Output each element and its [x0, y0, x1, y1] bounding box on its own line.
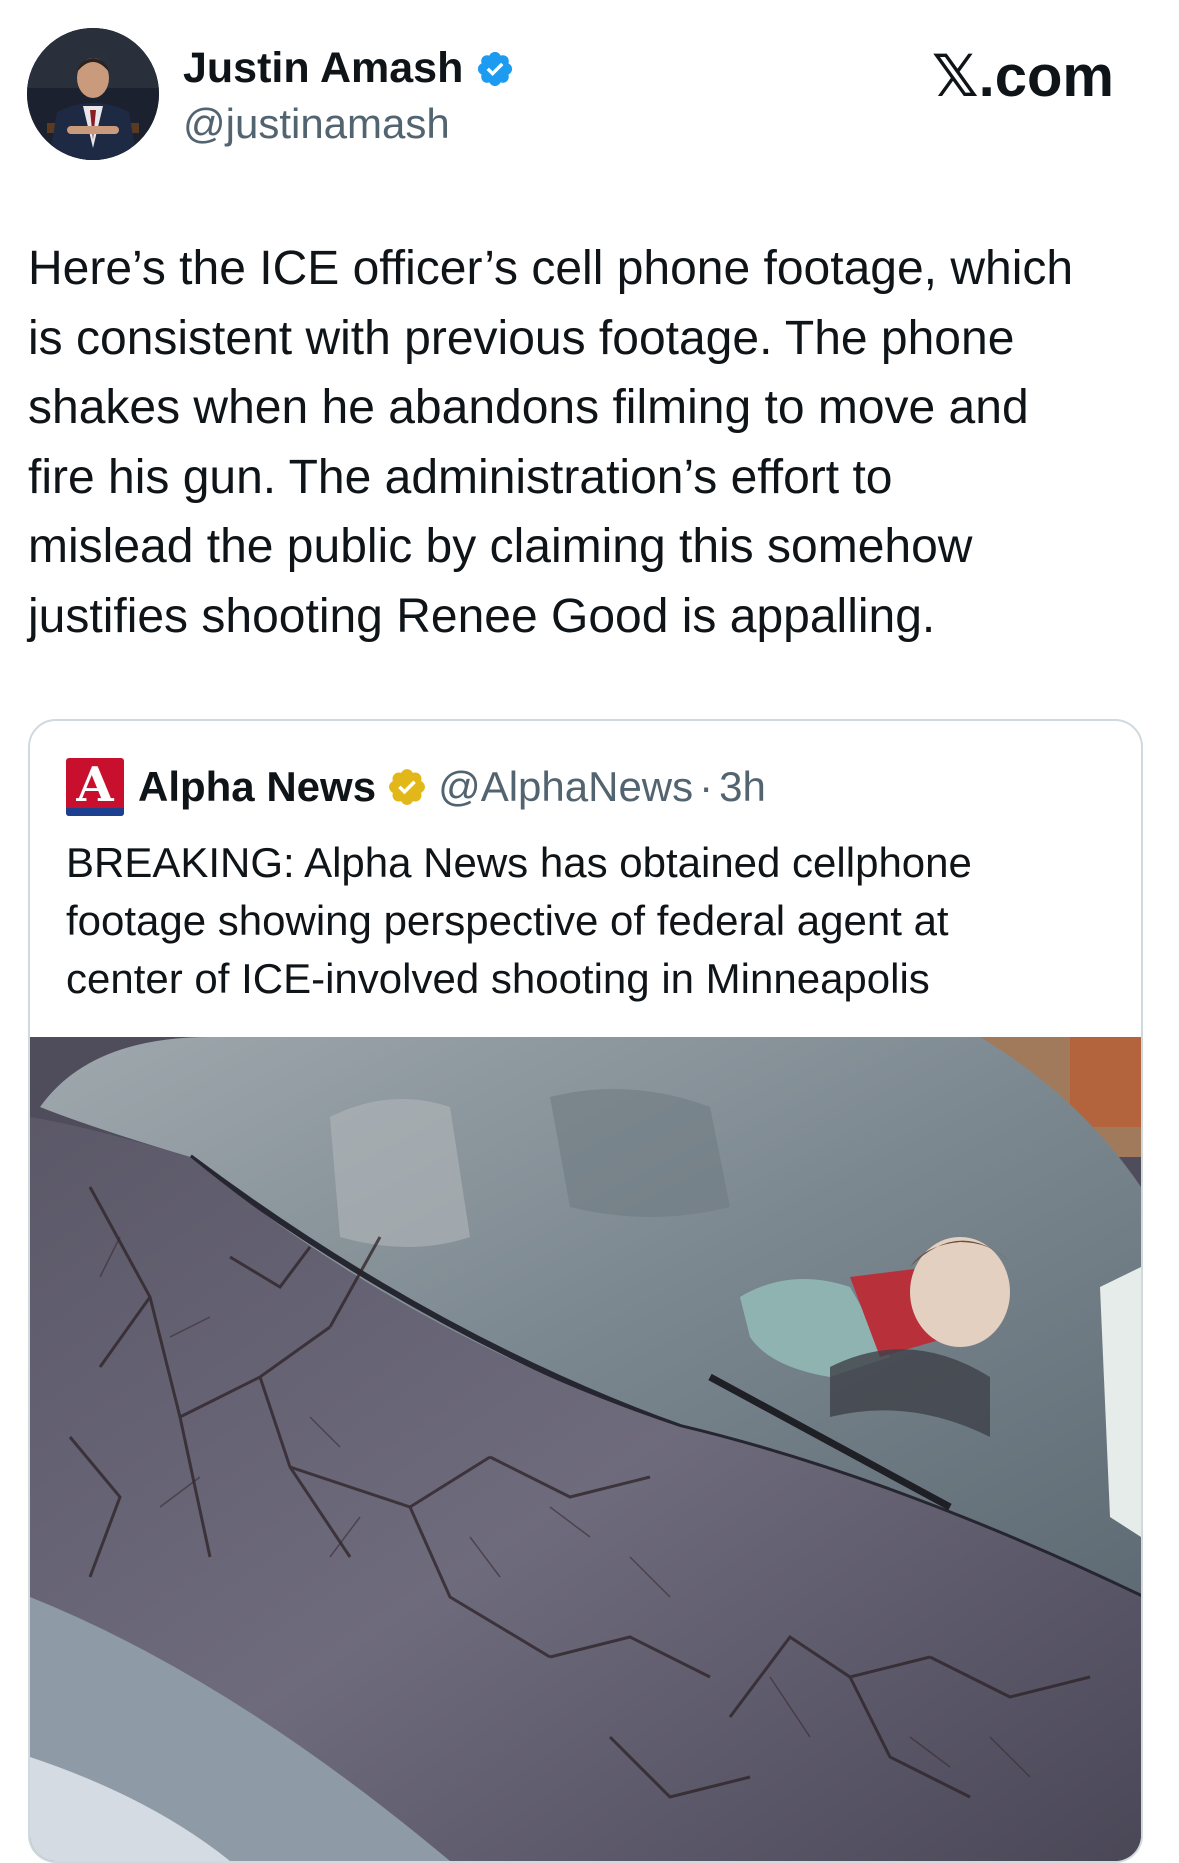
quoted-line: center of ICE-involved shooting in Minne…	[66, 955, 930, 1002]
car-footage-image	[30, 1037, 1141, 1861]
tweet-line: Here’s the ICE officer’s cell phone foot…	[28, 242, 1074, 295]
quoted-line: BREAKING: Alpha News has obtained cellph…	[66, 839, 972, 886]
tweet-line: is consistent with previous footage. The…	[28, 311, 1015, 365]
quoted-author-handle[interactable]: @AlphaNews	[438, 763, 693, 811]
tweet-line: mislead the public by claiming this some…	[28, 520, 973, 573]
tweet-text: Here’s the ICE officer’s cell phone foot…	[28, 234, 1153, 651]
tweet-line: shakes when he abandons filming to move …	[28, 381, 1029, 434]
quoted-tweet-card[interactable]: A Alpha News @AlphaNews · 3h BREAKING: A…	[28, 719, 1143, 1863]
quoted-tweet-header: A Alpha News @AlphaNews · 3h	[66, 758, 766, 816]
quoted-line: footage showing perspective of federal a…	[66, 897, 949, 944]
tweet-line: fire his gun. The administration’s effor…	[28, 450, 893, 504]
alpha-logo-stripe	[66, 808, 124, 816]
author-handle[interactable]: @justinamash	[183, 100, 450, 148]
verified-badge-icon	[475, 49, 515, 89]
gold-verified-badge-icon	[386, 766, 428, 808]
quoted-author-name[interactable]: Alpha News	[138, 763, 376, 811]
alpha-news-logo[interactable]: A	[66, 758, 124, 816]
site-brand: 𝕏.com	[931, 44, 1114, 109]
author-avatar[interactable]	[27, 28, 159, 160]
video-thumbnail[interactable]	[30, 1037, 1141, 1861]
header-separator: ·	[699, 763, 714, 810]
alpha-logo-letter: A	[76, 758, 114, 813]
author-name[interactable]: Justin Amash	[183, 44, 515, 93]
author-name-text: Justin Amash	[183, 44, 464, 92]
tweet-line: justifies shooting Renee Good is appalli…	[28, 589, 936, 643]
quoted-timestamp[interactable]: 3h	[719, 763, 766, 811]
quoted-tweet-text: BREAKING: Alpha News has obtained cellph…	[66, 834, 1116, 1008]
